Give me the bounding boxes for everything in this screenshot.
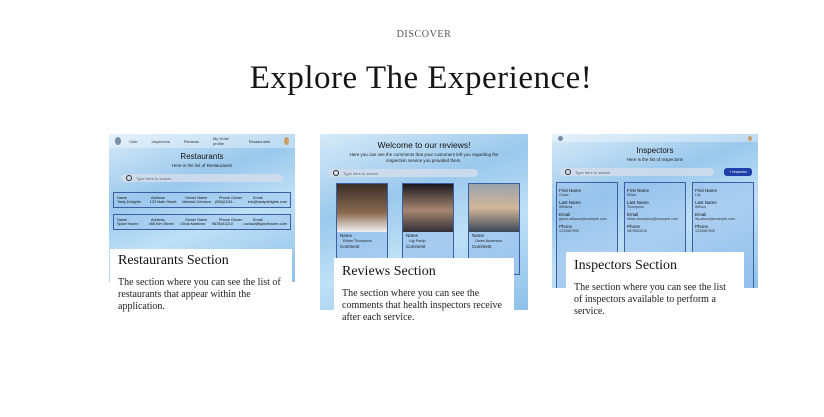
search-icon bbox=[333, 170, 339, 176]
avatar bbox=[748, 135, 752, 141]
cell: Olivia Martinez bbox=[180, 222, 206, 226]
search-placeholder: Type here to search bbox=[343, 170, 379, 176]
nav-item: Inspectors bbox=[151, 138, 170, 144]
cell: contact@spicehaven.com bbox=[243, 222, 287, 226]
field-value: Wilson bbox=[695, 205, 706, 209]
preview-subtitle: Here is the list of Restaurants! bbox=[171, 163, 233, 168]
field-value: Grace bbox=[559, 193, 569, 197]
preview-title: Restaurants bbox=[180, 152, 224, 161]
nav-item: My Hotel profile bbox=[213, 136, 229, 146]
name-label: Name bbox=[472, 233, 485, 238]
search-bar: Type here to search bbox=[121, 174, 283, 182]
inspectors-caption: Inspectors Section The section where you… bbox=[566, 252, 744, 317]
search-placeholder: Type here to search bbox=[575, 169, 611, 175]
section-eyebrow: DISCOVER bbox=[396, 29, 452, 40]
reviewer-photo bbox=[337, 184, 387, 232]
field-value: 1234567890 bbox=[695, 229, 715, 233]
comment-label: Comment bbox=[406, 244, 426, 249]
field-value: grace.williams@example.com bbox=[559, 217, 607, 221]
reviewer-photo bbox=[403, 184, 453, 232]
cell: 123 Main Street bbox=[149, 200, 177, 204]
search-icon bbox=[565, 169, 571, 175]
restaurant-row: Name Address Owner Name Phone Owner Emai… bbox=[113, 192, 291, 208]
restaurant-row: Name Address Owner Name Phone Owner Emai… bbox=[113, 214, 291, 230]
avatar bbox=[284, 137, 289, 145]
field-value: Williams bbox=[559, 205, 573, 209]
field-value: Lily bbox=[695, 193, 701, 197]
search-icon bbox=[126, 175, 132, 181]
logo-icon bbox=[115, 137, 122, 145]
nav-item: Reviews bbox=[183, 138, 200, 144]
preview-subtitle: Here you can see the comments that your … bbox=[349, 152, 499, 163]
caption-text: The section where you can see the list o… bbox=[574, 282, 726, 317]
search-placeholder: Type here to search bbox=[136, 175, 172, 181]
nav-item: Restaurants bbox=[248, 138, 271, 144]
field-value: 1234567890 bbox=[559, 229, 579, 233]
preview-title: Inspectors bbox=[636, 146, 674, 155]
page-title: Explore The Experience! bbox=[249, 60, 593, 96]
cell: (555)1234... bbox=[215, 200, 236, 204]
field-value: lily.wilson@example.com bbox=[695, 217, 735, 221]
field-value: ethan.thompson@example.com bbox=[627, 217, 678, 221]
restaurants-caption: Restaurants Section The section where yo… bbox=[110, 249, 292, 317]
reviewer-photo bbox=[469, 184, 519, 232]
preview-subtitle: Here is the list of Inspectors! bbox=[626, 157, 684, 162]
reviews-caption: Reviews Section The section where you ca… bbox=[334, 258, 514, 323]
caption-text: The section where you can see the commen… bbox=[342, 288, 502, 323]
cell: Tasty Delights bbox=[117, 200, 141, 204]
logo-icon bbox=[558, 135, 563, 141]
add-inspector-button: + Inspector bbox=[724, 168, 752, 176]
name-label: Name bbox=[406, 233, 419, 238]
preview-title: Welcome to our reviews! bbox=[377, 140, 471, 150]
field-value: Thompson bbox=[627, 205, 644, 209]
cell: info@tastydelights.com bbox=[247, 200, 287, 204]
caption-title: Restaurants Section bbox=[118, 253, 229, 268]
comment-label: Comment bbox=[340, 244, 360, 249]
caption-title: Inspectors Section bbox=[574, 258, 678, 273]
preview-navbar bbox=[552, 134, 758, 142]
comment-label: Comment bbox=[472, 244, 492, 249]
search-bar: Type here to search bbox=[560, 168, 715, 176]
preview-navbar: Club Inspectors Reviews My Hotel profile… bbox=[109, 134, 295, 148]
field-value: Ethan bbox=[627, 193, 637, 197]
cell: Michael Johnson bbox=[182, 200, 211, 204]
cell: Spice Haven bbox=[117, 222, 139, 226]
search-bar: Type here to search bbox=[328, 169, 478, 177]
name-label: Name bbox=[340, 233, 353, 238]
caption-title: Reviews Section bbox=[342, 264, 436, 279]
caption-text: The section where you can see the list o… bbox=[118, 277, 281, 312]
cell: 9876543210 bbox=[211, 222, 233, 226]
field-value: 9876543210 bbox=[627, 229, 647, 233]
nav-item: Club bbox=[129, 138, 138, 144]
cell: 456 Elm Street bbox=[148, 222, 174, 226]
